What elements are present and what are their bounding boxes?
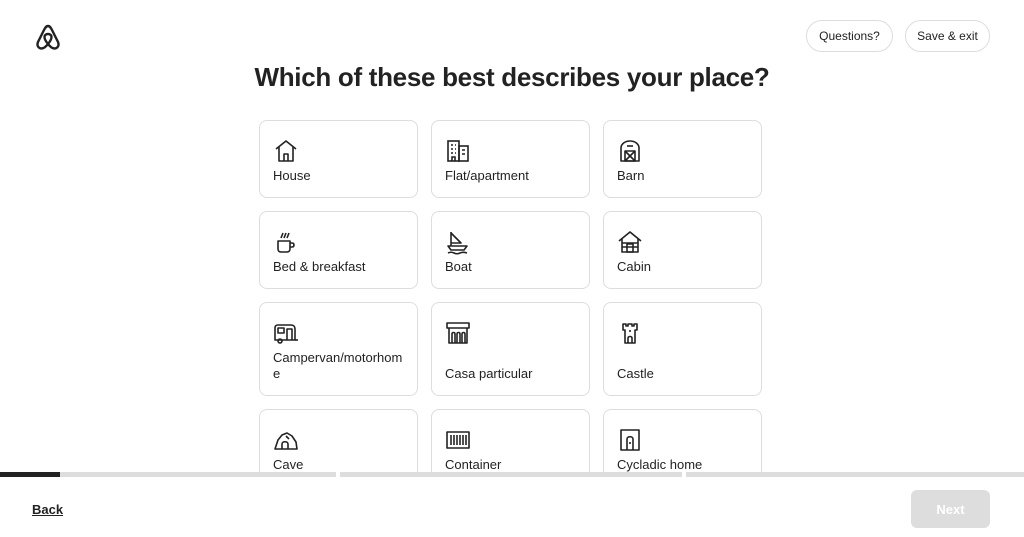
option-label: Cabin	[617, 259, 651, 274]
house-icon	[275, 140, 297, 162]
option-label: Barn	[617, 168, 645, 183]
progress-step-2	[340, 472, 682, 477]
option-label: Castle	[617, 366, 654, 381]
save-and-exit-button[interactable]: Save & exit	[905, 20, 990, 52]
option-label: Campervan/motorhome	[273, 350, 403, 381]
option-castle[interactable]: Castle	[603, 302, 762, 396]
barn-icon	[620, 140, 640, 162]
back-button[interactable]: Back	[32, 502, 63, 517]
progress-step-1	[0, 472, 336, 477]
castle-icon	[622, 323, 638, 344]
coffee-cup-icon	[277, 232, 295, 253]
option-label: Boat	[445, 259, 472, 274]
option-bed-breakfast[interactable]: Bed & breakfast	[259, 211, 418, 289]
option-container[interactable]: Container	[431, 409, 590, 472]
option-campervan-motorhome[interactable]: Campervan/motorhome	[259, 302, 418, 396]
airbnb-logo-icon[interactable]	[35, 23, 61, 51]
property-type-list[interactable]: House Flat/apartment Barn Bed & breakfas…	[0, 112, 1024, 472]
option-cabin[interactable]: Cabin	[603, 211, 762, 289]
cave-icon	[274, 432, 298, 450]
option-label: Container	[445, 457, 502, 472]
option-label: Cycladic home	[617, 457, 703, 472]
cycladic-home-icon	[620, 429, 640, 451]
option-barn[interactable]: Barn	[603, 120, 762, 198]
campervan-icon	[274, 324, 298, 344]
page-title: Which of these best describes your place…	[254, 62, 770, 92]
option-cave[interactable]: Cave	[259, 409, 418, 472]
option-house[interactable]: House	[259, 120, 418, 198]
container-icon	[446, 431, 470, 449]
casa-particular-icon	[446, 322, 470, 344]
option-boat[interactable]: Boat	[431, 211, 590, 289]
progress-bar	[0, 472, 1024, 477]
option-cycladic-home[interactable]: Cycladic home	[603, 409, 762, 472]
boat-icon	[447, 232, 468, 255]
option-label: Flat/apartment	[445, 168, 529, 183]
option-flat-apartment[interactable]: Flat/apartment	[431, 120, 590, 198]
option-label: Cave	[273, 457, 304, 472]
questions-button[interactable]: Questions?	[806, 20, 893, 52]
apartment-icon	[447, 140, 469, 162]
option-casa-particular[interactable]: Casa particular	[431, 302, 590, 396]
option-label: Casa particular	[445, 366, 533, 381]
option-label: House	[273, 168, 311, 183]
option-label: Bed & breakfast	[273, 259, 366, 274]
progress-step-3	[686, 472, 1024, 477]
next-button[interactable]: Next	[911, 490, 990, 528]
progress-fill	[0, 472, 61, 477]
cabin-icon	[618, 231, 642, 253]
